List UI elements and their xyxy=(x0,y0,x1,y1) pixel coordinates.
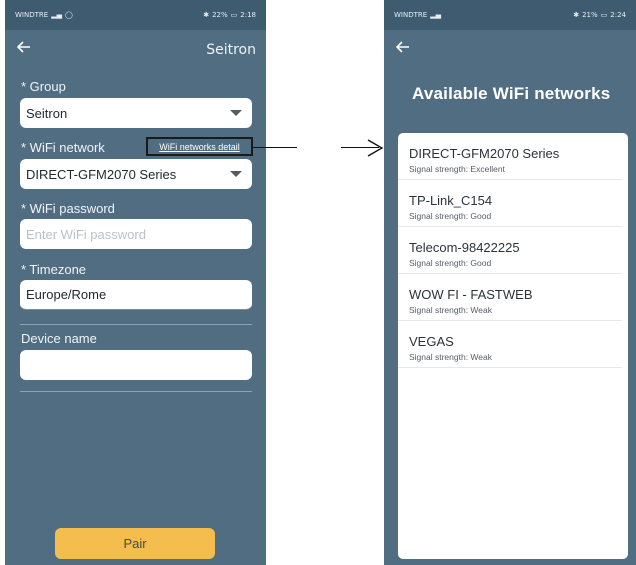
chevron-down-icon xyxy=(230,110,242,116)
battery-icon: ▭ xyxy=(600,11,608,19)
battery-icon: ▭ xyxy=(230,11,238,19)
group-select[interactable]: Seitron xyxy=(20,98,252,128)
wifi-network-select[interactable]: DIRECT-GFM2070 Series xyxy=(20,159,252,189)
bluetooth-icon: ✱ xyxy=(573,11,580,19)
divider xyxy=(20,324,252,325)
page-title: Seitron xyxy=(206,42,256,58)
wifi-network-value: DIRECT-GFM2070 Series xyxy=(26,166,177,182)
pair-button[interactable]: Pair xyxy=(55,528,215,559)
whatsapp-icon: ◯ xyxy=(64,11,73,19)
signal-icon: ▂▄ xyxy=(430,11,441,19)
battery-percent: 22% xyxy=(212,11,228,19)
back-arrow-icon[interactable] xyxy=(17,40,31,54)
network-item-tplink[interactable]: TP-Link_C154 Signal strength: Good xyxy=(398,180,622,227)
network-name: VEGAS xyxy=(409,334,454,349)
status-bar: WINDTRE ▂▄ ◯ ✱ 22% ▭ 2:18 xyxy=(5,0,266,30)
chevron-down-icon xyxy=(230,171,242,177)
timezone-value: Europe/Rome xyxy=(26,287,107,302)
group-value: Seitron xyxy=(26,105,68,121)
wifi-networks-screen: WINDTRE ▂▄ ✱ 21% ▭ 2:24 Available WiFi n… xyxy=(384,0,636,565)
wifi-password-input[interactable]: Enter WiFi password xyxy=(20,219,252,249)
network-item-wowfi[interactable]: WOW FI - FASTWEB Signal strength: Weak xyxy=(398,274,622,321)
clock: 2:24 xyxy=(610,11,626,19)
network-item-direct[interactable]: DIRECT-GFM2070 Series Signal strength: E… xyxy=(398,133,622,180)
network-signal: Signal strength: Good xyxy=(409,258,492,268)
wifi-networks-detail-link[interactable]: WiFi networks detail xyxy=(159,142,240,152)
timezone-label: * Timezone xyxy=(21,262,87,277)
device-name-input[interactable] xyxy=(20,350,252,380)
signal-icon: ▂▄ xyxy=(51,11,62,19)
carrier-label: WINDTRE xyxy=(15,11,49,19)
connector-line xyxy=(253,147,297,148)
networks-list: DIRECT-GFM2070 Series Signal strength: E… xyxy=(398,133,628,559)
status-bar: WINDTRE ▂▄ ✱ 21% ▭ 2:24 xyxy=(384,0,636,30)
network-name: TP-Link_C154 xyxy=(409,193,493,208)
group-label: * Group xyxy=(21,79,66,94)
network-signal: Signal strength: Weak xyxy=(409,305,492,315)
arrow-right-icon xyxy=(367,139,384,157)
wifi-password-label: * WiFi password xyxy=(21,201,115,216)
settings-screen: WINDTRE ▂▄ ◯ ✱ 22% ▭ 2:18 Seitron * Grou… xyxy=(5,0,266,565)
divider xyxy=(20,391,252,392)
device-name-label: Device name xyxy=(21,331,97,346)
network-item-telecom[interactable]: Telecom-98422225 Signal strength: Good xyxy=(398,227,622,274)
network-signal: Signal strength: Good xyxy=(409,211,492,221)
network-name: Telecom-98422225 xyxy=(409,240,520,255)
network-signal: Signal strength: Weak xyxy=(409,352,492,362)
network-item-vegas[interactable]: VEGAS Signal strength: Weak xyxy=(398,321,622,368)
network-signal: Signal strength: Excellent xyxy=(409,164,505,174)
network-name: WOW FI - FASTWEB xyxy=(409,287,533,302)
carrier-label: WINDTRE xyxy=(394,11,428,19)
wifi-network-label: * WiFi network xyxy=(21,140,105,155)
timezone-input[interactable]: Europe/Rome xyxy=(20,280,252,310)
battery-percent: 21% xyxy=(582,11,598,19)
wifi-password-placeholder: Enter WiFi password xyxy=(26,226,146,242)
network-name: DIRECT-GFM2070 Series xyxy=(409,146,560,161)
back-arrow-icon[interactable] xyxy=(396,40,410,54)
wifi-networks-detail-highlight[interactable]: WiFi networks detail xyxy=(146,137,253,156)
clock: 2:18 xyxy=(240,11,256,19)
bluetooth-icon: ✱ xyxy=(203,11,210,19)
page-title: Available WiFi networks xyxy=(412,84,611,103)
